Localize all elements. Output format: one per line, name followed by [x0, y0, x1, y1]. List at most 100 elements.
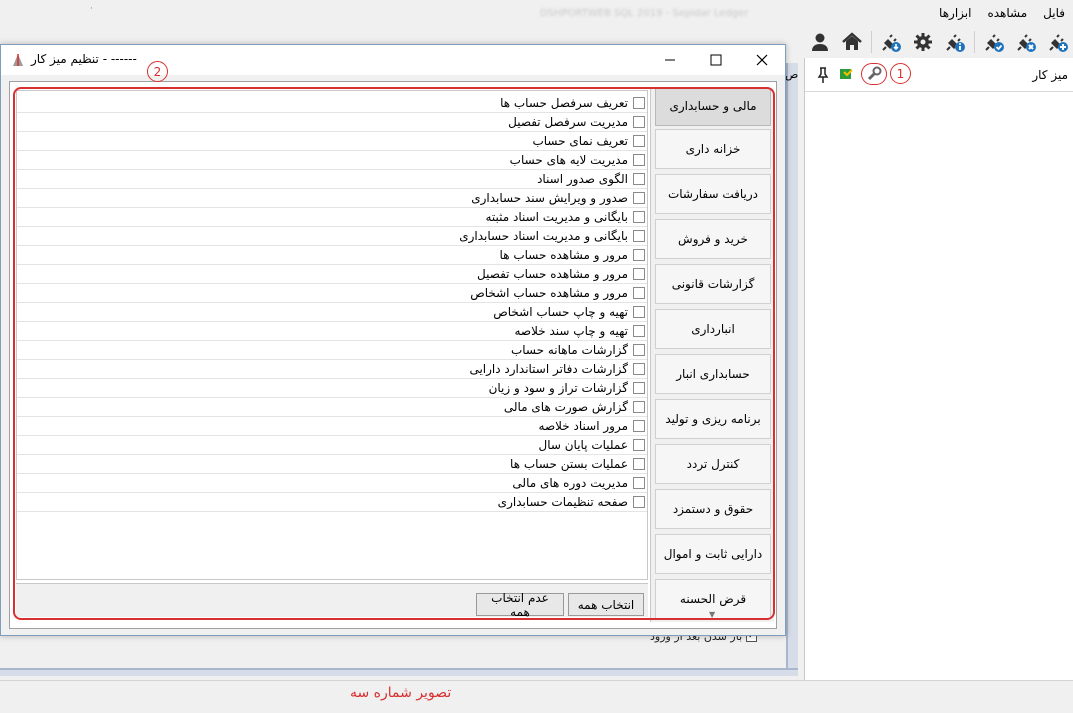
item-checkbox[interactable]: [633, 344, 645, 356]
user-icon[interactable]: [807, 29, 833, 55]
list-item[interactable]: گزارشات ماهانه حساب: [17, 341, 647, 360]
list-item[interactable]: عملیات پایان سال: [17, 436, 647, 455]
item-checkbox[interactable]: [633, 192, 645, 204]
home-icon[interactable]: [839, 29, 865, 55]
category-orders[interactable]: دریافت سفارشات: [655, 174, 771, 214]
annotation-marker-2: 2: [147, 61, 168, 82]
item-label: عملیات بستن حساب ها: [510, 457, 628, 471]
item-checkbox[interactable]: [633, 230, 645, 242]
list-item[interactable]: صفحه تنظیمات حسابداری: [17, 493, 647, 512]
category-list: ▲ مالی و حسابداری خزانه داری دریافت سفار…: [650, 88, 774, 622]
item-checkbox[interactable]: [633, 116, 645, 128]
pin-icon[interactable]: [817, 67, 829, 86]
list-item[interactable]: گزارش صورت های مالی: [17, 398, 647, 417]
list-item[interactable]: عملیات بستن حساب ها: [17, 455, 647, 474]
list-item[interactable]: بایگانی و مدیریت اسناد مثبته: [17, 208, 647, 227]
list-item[interactable]: مدیریت سرفصل تفصیل: [17, 113, 647, 132]
unselect-all-button[interactable]: عدم انتخاب همه: [476, 591, 564, 619]
list-item[interactable]: تعریف نمای حساب: [17, 132, 647, 151]
item-checkbox[interactable]: [633, 268, 645, 280]
list-item[interactable]: مرور و مشاهده حساب ها: [17, 246, 647, 265]
dialog-button-bar: انتخاب همه عدم انتخاب همه: [16, 583, 648, 619]
plug-add-icon[interactable]: [1045, 29, 1071, 55]
status-bar: [0, 680, 1073, 713]
category-purchase-sales[interactable]: خرید و فروش: [655, 219, 771, 259]
item-checkbox[interactable]: [633, 496, 645, 508]
close-button[interactable]: [739, 45, 785, 75]
item-checkbox[interactable]: [633, 439, 645, 451]
list-item[interactable]: تهیه و چاپ حساب اشخاص: [17, 303, 647, 322]
plug-download-icon[interactable]: [878, 29, 904, 55]
category-fixed-assets[interactable]: دارایی ثابت و اموال: [655, 534, 771, 574]
category-treasury[interactable]: خزانه داری: [655, 129, 771, 169]
minimize-button[interactable]: [647, 45, 693, 75]
item-label: صدور و ویرایش سند حسابداری: [471, 191, 628, 205]
category-payroll[interactable]: حقوق و دستمزد: [655, 489, 771, 529]
item-checkbox[interactable]: [633, 97, 645, 109]
plug-info-icon[interactable]: [942, 29, 968, 55]
figure-caption: تصویر شماره سه: [350, 685, 452, 701]
menu-tools[interactable]: ابزارها: [939, 6, 971, 20]
workspace-frame-bottom: [0, 668, 798, 676]
category-legal-reports[interactable]: گزارشات قانونی: [655, 264, 771, 304]
list-item[interactable]: گزارشات دفاتر استاندارد دارایی: [17, 360, 647, 379]
item-checkbox[interactable]: [633, 211, 645, 223]
plug-remove-icon[interactable]: [1013, 29, 1039, 55]
list-item[interactable]: مرور اسناد خلاصه: [17, 417, 647, 436]
item-checkbox[interactable]: [633, 458, 645, 470]
item-checkbox[interactable]: [633, 306, 645, 318]
item-checkbox[interactable]: [633, 325, 645, 337]
menu-file[interactable]: فایل: [1043, 6, 1065, 20]
flag-icon[interactable]: [839, 67, 855, 86]
desk-panel-title: میز کار: [1032, 68, 1068, 82]
item-label: بایگانی و مدیریت اسناد حسابداری: [459, 229, 628, 243]
item-checkbox[interactable]: [633, 135, 645, 147]
item-label: بایگانی و مدیریت اسناد مثبته: [485, 210, 628, 224]
item-checkbox[interactable]: [633, 401, 645, 413]
item-checkbox[interactable]: [633, 173, 645, 185]
item-label: صفحه تنظیمات حسابداری: [497, 495, 628, 509]
main-toolbar: [807, 28, 1071, 56]
list-item[interactable]: مدیریت دوره های مالی: [17, 474, 647, 493]
list-item[interactable]: بایگانی و مدیریت اسناد حسابداری: [17, 227, 647, 246]
item-checkbox[interactable]: [633, 154, 645, 166]
item-label: مرور اسناد خلاصه: [538, 419, 628, 433]
menu-view[interactable]: مشاهده: [987, 6, 1027, 20]
list-item[interactable]: تهیه و چاپ سند خلاصه: [17, 322, 647, 341]
item-label: مرور و مشاهده حساب ها: [499, 248, 628, 262]
item-label: گزارشات ماهانه حساب: [510, 343, 628, 357]
list-item[interactable]: تعریف سرفصل حساب ها: [17, 94, 647, 113]
dialog-title: ------ - تنظیم میز کار: [31, 52, 137, 66]
maximize-button[interactable]: [693, 45, 739, 75]
item-checkbox[interactable]: [633, 287, 645, 299]
background-tab-letter: ص: [785, 68, 799, 81]
scroll-down-icon[interactable]: ▼: [709, 610, 715, 619]
item-checkbox[interactable]: [633, 382, 645, 394]
item-checkbox[interactable]: [633, 420, 645, 432]
list-item[interactable]: گزارشات تراز و سود و زیان: [17, 379, 647, 398]
desk-panel-header: میز کار: [805, 58, 1073, 92]
list-item[interactable]: مدیریت لایه های حساب: [17, 151, 647, 170]
list-item[interactable]: مرور و مشاهده حساب تفصیل: [17, 265, 647, 284]
item-label: عملیات پایان سال: [538, 438, 628, 452]
list-item[interactable]: صدور و ویرایش سند حسابداری: [17, 189, 647, 208]
item-label: گزارشات دفاتر استاندارد دارایی: [469, 362, 628, 376]
app-logo-icon: [10, 52, 26, 68]
category-inventory-accounting[interactable]: حسابداری انبار: [655, 354, 771, 394]
toolbar-separator: [871, 31, 872, 53]
list-item[interactable]: مرور و مشاهده حساب اشخاص: [17, 284, 647, 303]
wrench-icon[interactable]: [861, 63, 887, 85]
category-finance-accounting[interactable]: مالی و حسابداری: [655, 88, 771, 126]
plug-check-icon[interactable]: [981, 29, 1007, 55]
select-all-button[interactable]: انتخاب همه: [568, 593, 644, 616]
item-checkbox[interactable]: [633, 249, 645, 261]
list-item[interactable]: الگوی صدور اسناد: [17, 170, 647, 189]
settings-gear-icon[interactable]: [910, 29, 936, 55]
item-label: تهیه و چاپ حساب اشخاص: [493, 305, 628, 319]
item-checkbox[interactable]: [633, 363, 645, 375]
item-label: مرور و مشاهده حساب تفصیل: [477, 267, 628, 281]
category-attendance[interactable]: کنترل تردد: [655, 444, 771, 484]
item-checkbox[interactable]: [633, 477, 645, 489]
category-inventory[interactable]: انبارداری: [655, 309, 771, 349]
category-production-planning[interactable]: برنامه ریزی و تولید: [655, 399, 771, 439]
